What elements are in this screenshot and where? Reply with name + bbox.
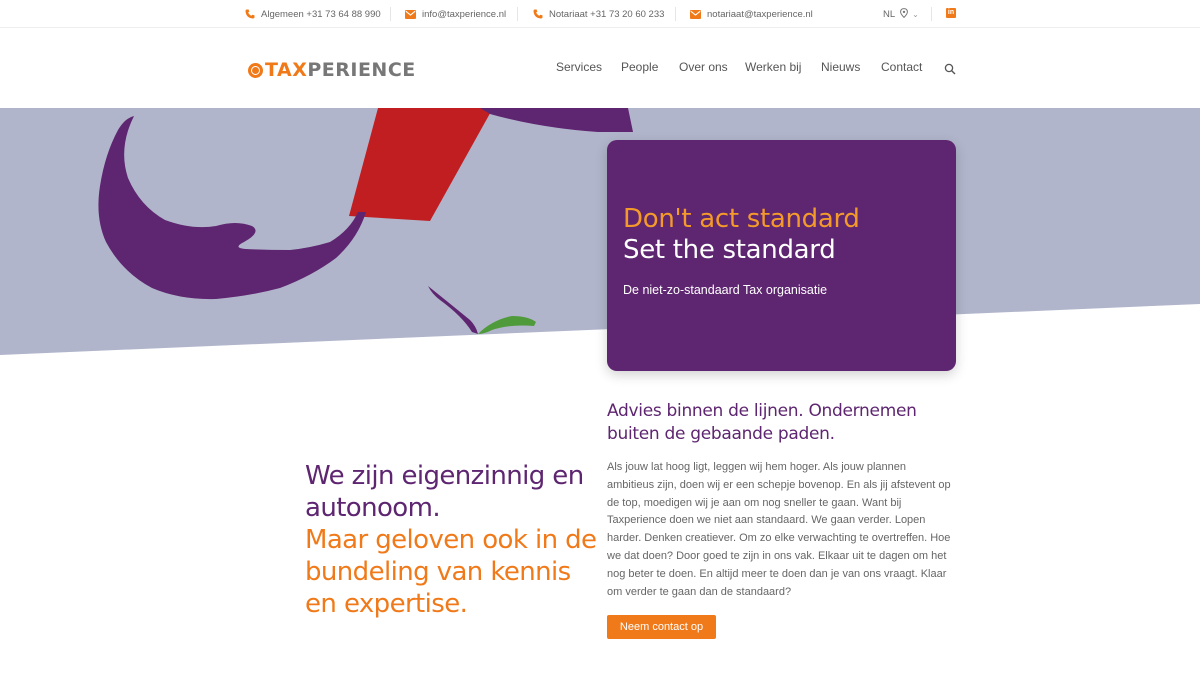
hero-headline-orange: Don't act standard [623,204,860,234]
language-label: NL [883,8,896,20]
nav-werken-bij[interactable]: Werken bij [745,60,801,76]
info-email-text: info@taxperience.nl [422,8,507,20]
location-pin-icon [900,7,909,21]
chevron-down-icon: ⌄ [912,9,919,19]
mail-icon [405,9,416,20]
notary-phone-text: Notariaat +31 73 20 60 233 [549,8,665,20]
site-header: TAX PERIENCE Services People Over ons We… [0,28,1200,108]
logo-text-tax: TAX [265,59,308,81]
logo-text-perience: PERIENCE [307,59,416,81]
lead-statement: We zijn eigenzinnig en autonoom. Maar ge… [305,460,605,620]
logo-mark-icon [248,62,263,78]
linkedin-icon[interactable]: in [946,8,956,18]
top-bar: Algemeen +31 73 64 88 990 info@taxperien… [0,0,1200,28]
lead-text-purple: We zijn eigenzinnig en autonoom. [305,461,584,523]
phone-icon [532,9,543,20]
search-icon[interactable] [944,62,956,75]
divider [675,7,676,21]
nav-over-ons[interactable]: Over ons [679,60,728,76]
general-phone-text: Algemeen +31 73 64 88 990 [261,8,381,20]
hero-subline: De niet-zo-standaard Tax organisatie [623,283,828,297]
taxperience-logo[interactable]: TAX PERIENCE [248,59,416,81]
lead-text-orange: Maar geloven ook in de bundeling van ken… [305,525,597,619]
divider [517,7,518,21]
nav-nieuws[interactable]: Nieuws [821,60,860,76]
mail-icon [690,9,701,20]
info-email-link[interactable]: info@taxperience.nl [405,0,506,28]
nav-people[interactable]: People [621,60,658,76]
contact-button[interactable]: Neem contact op [607,615,716,639]
phone-icon [244,9,255,20]
notary-email-text: notariaat@taxperience.nl [707,8,813,20]
language-selector[interactable]: NL ⌄ [883,0,919,28]
hero-headline-white: Set the standard [623,235,836,265]
intro-paragraph: Als jouw lat hoog ligt, leggen wij hem h… [607,461,951,598]
divider [390,7,391,21]
general-phone-link[interactable]: Algemeen +31 73 64 88 990 [244,0,381,28]
nav-contact[interactable]: Contact [881,60,922,76]
notary-email-link[interactable]: notariaat@taxperience.nl [690,0,813,28]
hero-banner [0,108,1200,358]
hero-card: Don't act standard Set the standard De n… [607,140,956,371]
hero-illustration [0,108,1200,355]
notary-phone-link[interactable]: Notariaat +31 73 20 60 233 [532,0,664,28]
nav-services[interactable]: Services [556,60,602,76]
divider [931,7,932,21]
intro-title: Advies binnen de lijnen. Ondernemen buit… [607,401,917,444]
